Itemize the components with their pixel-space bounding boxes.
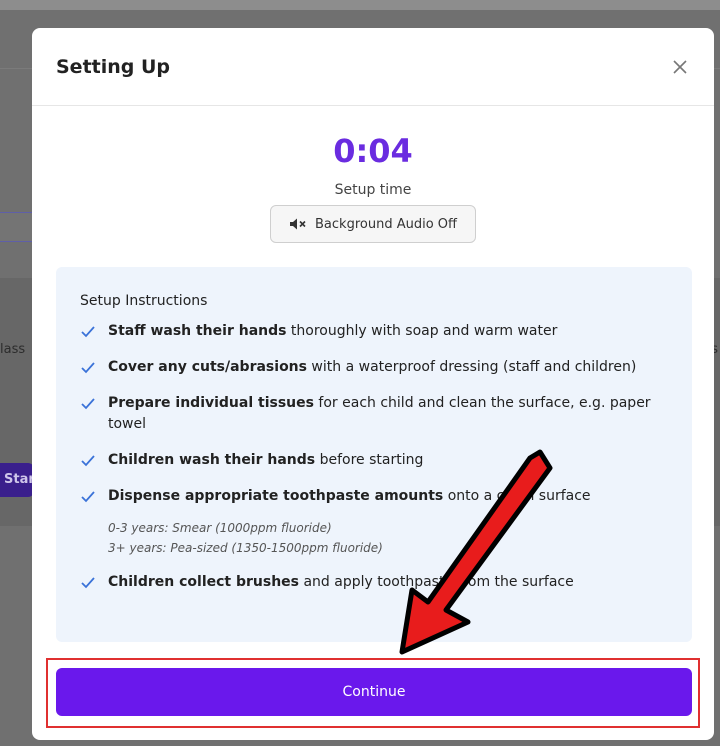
instruction-item: Children collect brushes and apply tooth… — [80, 572, 668, 593]
background-top-bar — [0, 0, 720, 10]
background-audio-label: Background Audio Off — [315, 216, 457, 232]
setup-instructions-panel: Setup Instructions Staff wash their hand… — [56, 267, 692, 642]
instruction-rest: with a waterproof dressing (staff and ch… — [306, 359, 637, 375]
check-icon — [81, 577, 95, 589]
instruction-item: Dispense appropriate toothpaste amounts … — [80, 486, 668, 507]
check-icon — [81, 362, 95, 374]
toothpaste-note: 3+ years: Pea-sized (1350-1500ppm fluori… — [108, 541, 383, 555]
background-start-button: Star — [0, 463, 35, 497]
annotation-arrow-icon — [399, 449, 553, 655]
check-icon — [81, 398, 95, 410]
background-text-left: lass — [0, 342, 26, 357]
setup-modal: Setting Up 0:04 Setup time Background Au… — [32, 28, 714, 740]
instruction-item: Children wash their hands before startin… — [80, 450, 668, 471]
instructions-title: Setup Instructions — [80, 293, 208, 309]
instruction-item: Cover any cuts/abrasions with a waterpro… — [80, 357, 668, 378]
speaker-muted-icon — [289, 217, 307, 231]
annotation-highlight-box — [46, 658, 700, 728]
check-icon — [81, 455, 95, 467]
instruction-item: Staff wash their hands thoroughly with s… — [80, 321, 668, 342]
instruction-bold: Children wash their hands — [108, 452, 316, 468]
instruction-item: Prepare individual tissues for each chil… — [80, 393, 668, 435]
close-icon[interactable] — [668, 55, 692, 79]
instruction-bold: Cover any cuts/abrasions — [108, 359, 307, 375]
background-audio-button[interactable]: Background Audio Off — [270, 205, 476, 243]
instruction-rest: thoroughly with soap and warm water — [286, 323, 558, 339]
check-icon — [81, 491, 95, 503]
toothpaste-note: 0-3 years: Smear (1000ppm fluoride) — [108, 521, 332, 535]
instruction-bold: Children collect brushes — [108, 574, 299, 590]
setup-timer: 0:04 — [333, 132, 413, 170]
instruction-bold: Prepare individual tissues — [108, 395, 314, 411]
instruction-bold: Staff wash their hands — [108, 323, 287, 339]
check-icon — [81, 326, 95, 338]
modal-title: Setting Up — [56, 56, 171, 78]
modal-header: Setting Up — [32, 28, 714, 106]
setup-timer-label: Setup time — [334, 182, 412, 198]
